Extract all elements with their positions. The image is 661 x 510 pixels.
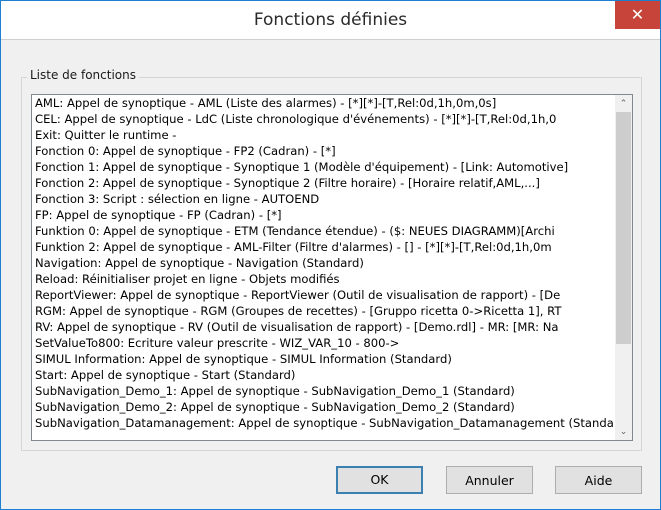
list-item[interactable]: SetValueTo800: Ecriture valeur prescrite… (35, 335, 613, 351)
function-list[interactable]: AML: Appel de synoptique - AML (Liste de… (35, 95, 613, 440)
list-item[interactable]: Fonction 2: Appel de synoptique - Synopt… (35, 175, 613, 191)
list-item[interactable]: SubNavigation_Demo_2: Appel de synoptiqu… (35, 399, 613, 415)
list-item[interactable]: RGM: Appel de synoptique - RGM (Groupes … (35, 303, 613, 319)
list-item[interactable]: Reload: Réinitialiser projet en ligne - … (35, 271, 613, 287)
list-item[interactable]: RV: Appel de synoptique - RV (Outil de v… (35, 319, 613, 335)
ok-button[interactable]: OK (336, 466, 423, 494)
list-item[interactable]: CEL: Appel de synoptique - LdC (Liste ch… (35, 111, 613, 127)
window-title: Fonctions définies (253, 10, 408, 30)
function-listbox[interactable]: AML: Appel de synoptique - AML (Liste de… (31, 94, 633, 441)
close-icon: ✕ (630, 5, 645, 24)
scroll-down-icon[interactable]: ⌄ (615, 423, 632, 440)
list-item[interactable]: Funktion 2: Appel de synoptique - AML-Fi… (35, 239, 613, 255)
list-item[interactable]: SubNavigation_Datamanagement: Appel de s… (35, 415, 613, 431)
list-item[interactable]: Exit: Quitter le runtime - (35, 127, 613, 143)
dialog-window: Fonctions définies ✕ Liste de fonctions … (0, 0, 661, 510)
list-item[interactable]: ReportViewer: Appel de synoptique - Repo… (35, 287, 613, 303)
list-item[interactable]: Fonction 1: Appel de synoptique - Synopt… (35, 159, 613, 175)
scroll-up-icon[interactable]: ⌃ (615, 95, 632, 112)
list-item[interactable]: Funktion 0: Appel de synoptique - ETM (T… (35, 223, 613, 239)
list-item[interactable]: Start: Appel de synoptique - Start (Stan… (35, 367, 613, 383)
list-item[interactable]: Navigation: Appel de synoptique - Naviga… (35, 255, 613, 271)
group-label: Liste de fonctions (27, 68, 139, 82)
list-item[interactable]: AML: Appel de synoptique - AML (Liste de… (35, 95, 613, 111)
vertical-scrollbar[interactable]: ⌃ ⌄ (615, 95, 632, 440)
list-item[interactable]: Fonction 3: Script : sélection en ligne … (35, 191, 613, 207)
help-button[interactable]: Aide (555, 466, 642, 494)
close-button[interactable]: ✕ (615, 1, 660, 29)
title-bar: Fonctions définies ✕ (1, 1, 660, 40)
list-item[interactable]: SIMUL Information: Appel de synoptique -… (35, 351, 613, 367)
list-item[interactable]: SubNavigation_Demo_1: Appel de synoptiqu… (35, 383, 613, 399)
list-item[interactable]: FP: Appel de synoptique - FP (Cadran) - … (35, 207, 613, 223)
scrollbar-thumb[interactable] (616, 112, 631, 344)
cancel-button[interactable]: Annuler (446, 466, 533, 494)
list-item[interactable]: Fonction 0: Appel de synoptique - FP2 (C… (35, 143, 613, 159)
